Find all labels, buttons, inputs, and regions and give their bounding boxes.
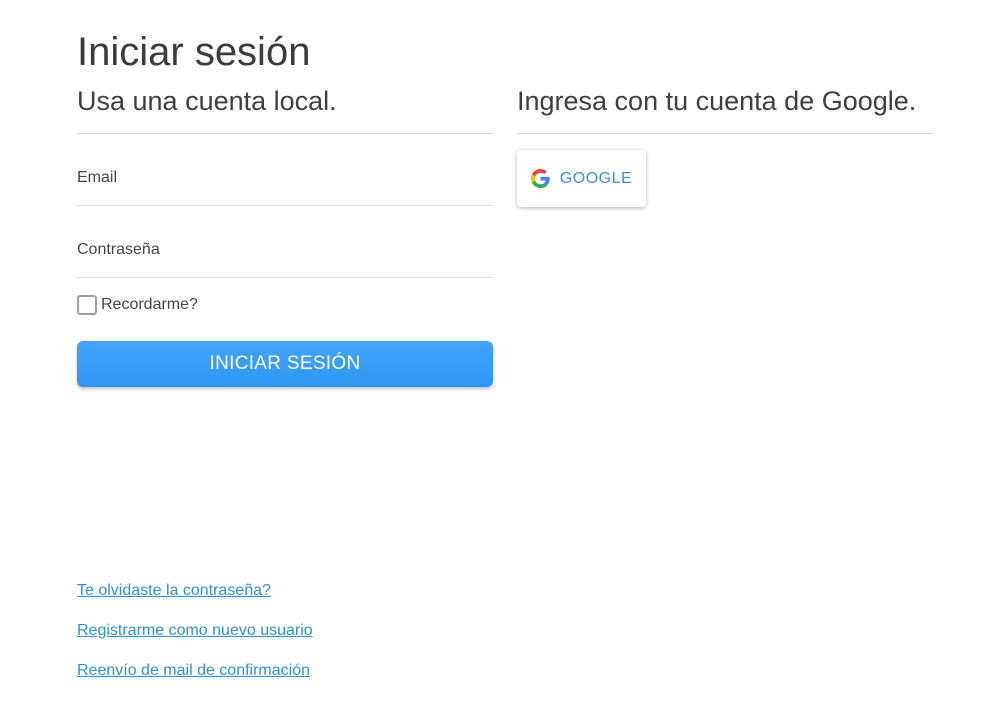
register-link[interactable]: Registrarme como nuevo usuario (77, 620, 313, 642)
remember-me-label: Recordarme? (101, 296, 198, 313)
external-login-divider (517, 133, 933, 134)
email-field[interactable]: Email (77, 134, 493, 206)
email-input[interactable] (77, 154, 493, 205)
remember-me-checkbox[interactable]: Recordarme? (77, 295, 493, 315)
account-links: Te olvidaste la contraseña? Registrarme … (77, 580, 313, 700)
forgot-password-link[interactable]: Te olvidaste la contraseña? (77, 580, 313, 602)
google-button-label: GOOGLE (559, 169, 633, 187)
login-button[interactable]: INICIAR SESIÓN (77, 341, 493, 387)
google-login-button[interactable]: GOOGLE (517, 150, 646, 207)
external-login-heading: Ingresa con tu cuenta de Google. (517, 86, 917, 116)
password-field[interactable]: Contraseña (77, 206, 493, 278)
resend-confirmation-link[interactable]: Reenvío de mail de confirmación (77, 660, 313, 682)
external-login-section: Ingresa con tu cuenta de Google. GOOGLE (517, 84, 933, 207)
password-input[interactable] (77, 226, 493, 277)
page-title: Iniciar sesión (77, 30, 311, 74)
remember-checkbox-box[interactable] (77, 295, 97, 315)
local-login-heading: Usa una cuenta local. (77, 86, 337, 116)
local-login-section: Usa una cuenta local. Email Contraseña R… (77, 84, 493, 387)
google-g-icon (530, 169, 550, 188)
